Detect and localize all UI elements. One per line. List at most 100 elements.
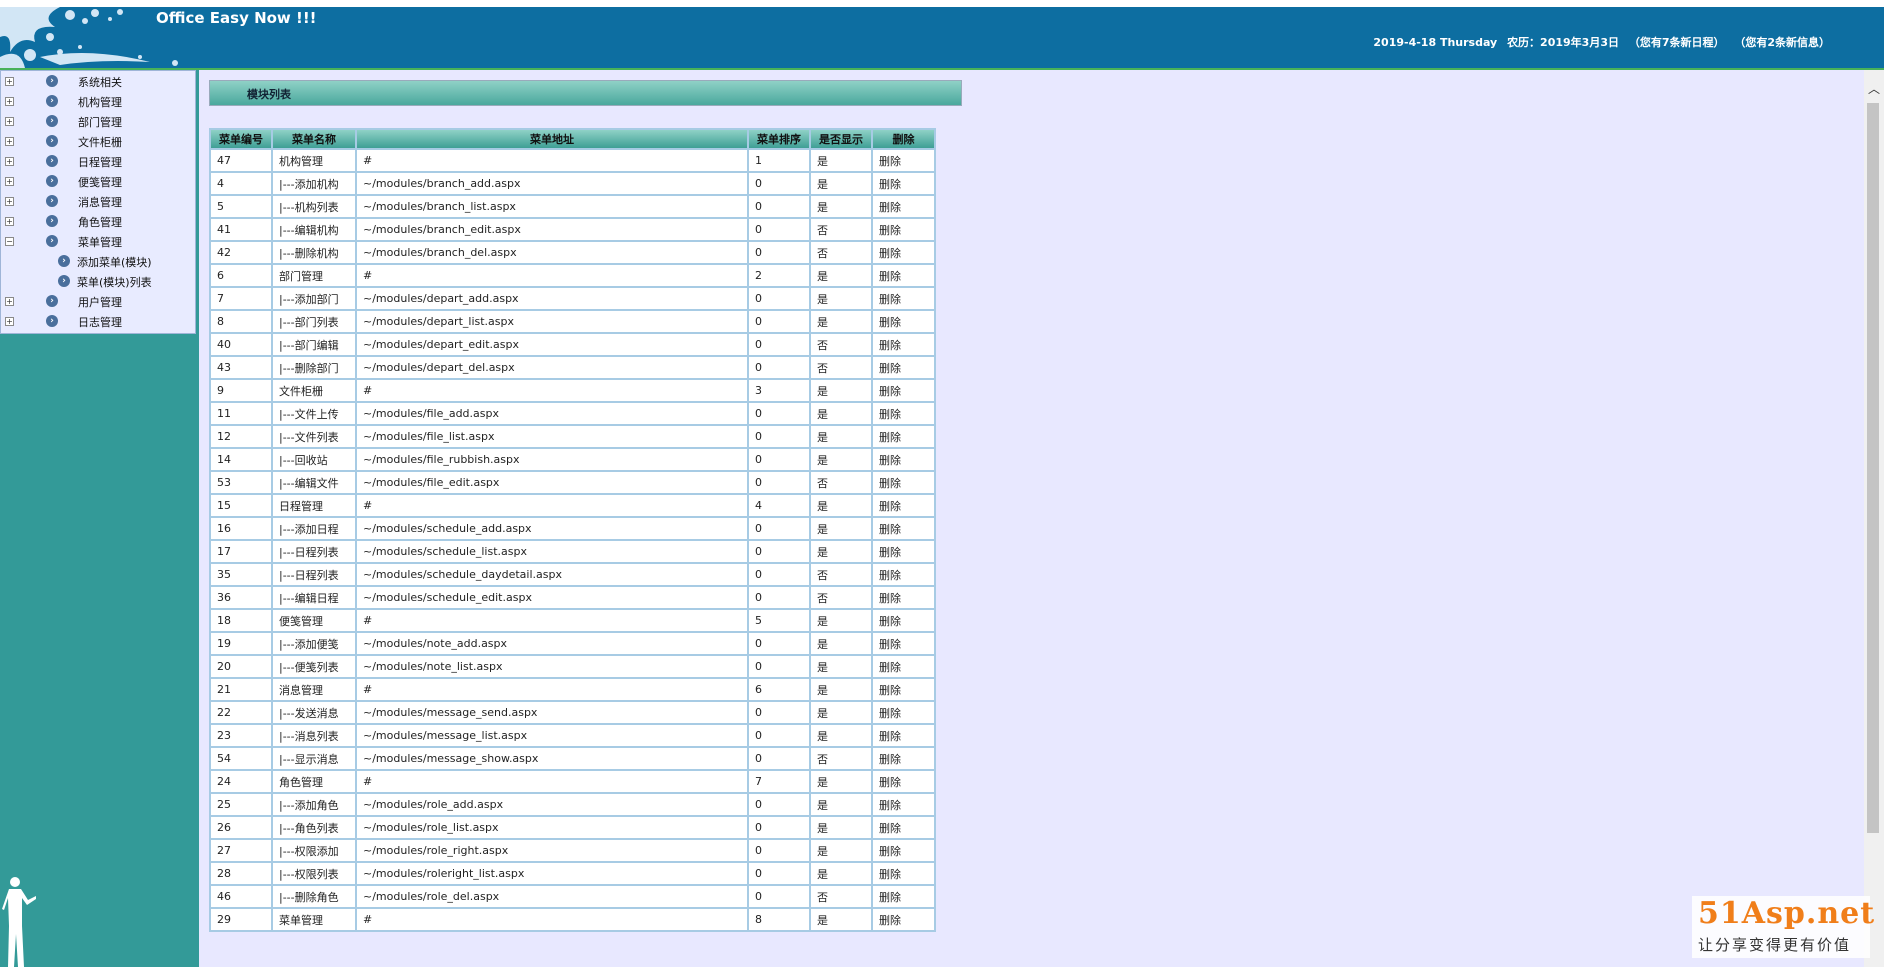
delete-link[interactable]: 删除: [873, 817, 934, 838]
cell-visible: 是: [811, 794, 871, 815]
delete-link[interactable]: 删除: [873, 265, 934, 286]
delete-link[interactable]: 删除: [873, 150, 934, 171]
tree-item-label: 菜单(模块)列表: [77, 276, 152, 289]
cell-order: 0: [749, 219, 809, 240]
arrow-circle-icon: ›: [46, 115, 58, 127]
tree-item-user[interactable]: + › 用户管理: [1, 291, 195, 311]
tree-item-menu-list[interactable]: › 菜单(模块)列表: [1, 271, 195, 291]
arrow-circle-icon: ›: [46, 215, 58, 227]
module-table: 菜单编号 菜单名称 菜单地址 菜单排序 是否显示 删除 47 机构管理 #1 是删除 4…: [209, 128, 936, 932]
table-row: 42 |---删除机构 ~/modules/branch_del.aspx 0 否删除: [211, 242, 934, 263]
delete-link[interactable]: 删除: [873, 288, 934, 309]
delete-link[interactable]: 删除: [873, 426, 934, 447]
delete-link[interactable]: 删除: [873, 357, 934, 378]
delete-link[interactable]: 删除: [873, 587, 934, 608]
message-notice-link[interactable]: （您有2条新信息）: [1734, 36, 1830, 49]
cell-url: ~/modules/schedule_list.aspx: [357, 541, 747, 562]
delete-link[interactable]: 删除: [873, 656, 934, 677]
schedule-notice-link[interactable]: （您有7条新日程）: [1629, 36, 1725, 49]
tree-item-note[interactable]: + › 便笺管理: [1, 171, 195, 191]
cell-name: |---添加日程: [273, 518, 355, 539]
cell-name: |---权限添加: [273, 840, 355, 861]
cell-visible: 是: [811, 771, 871, 792]
tree-item-menu-add[interactable]: › 添加菜单(模块): [1, 251, 195, 271]
cell-name: |---显示消息: [273, 748, 355, 769]
delete-link[interactable]: 删除: [873, 196, 934, 217]
vertical-scrollbar[interactable]: ︿: [1864, 70, 1884, 967]
table-row: 11 |---文件上传 ~/modules/file_add.aspx 0 是删除: [211, 403, 934, 424]
delete-link[interactable]: 删除: [873, 679, 934, 700]
cell-id: 5: [211, 196, 271, 217]
col-header-visible: 是否显示: [811, 130, 871, 148]
cell-url: #: [357, 380, 747, 401]
delete-link[interactable]: 删除: [873, 541, 934, 562]
expand-icon[interactable]: +: [5, 77, 14, 86]
delete-link[interactable]: 删除: [873, 564, 934, 585]
scrollbar-thumb[interactable]: [1867, 103, 1879, 833]
tree-item-system[interactable]: + › 系统相关: [1, 71, 195, 91]
delete-link[interactable]: 删除: [873, 840, 934, 861]
cell-name: |---删除角色: [273, 886, 355, 907]
expand-icon[interactable]: +: [5, 297, 14, 306]
expand-icon[interactable]: +: [5, 157, 14, 166]
delete-link[interactable]: 删除: [873, 748, 934, 769]
expand-icon[interactable]: +: [5, 317, 14, 326]
col-header-id: 菜单编号: [211, 130, 271, 148]
delete-link[interactable]: 删除: [873, 610, 934, 631]
delete-link[interactable]: 删除: [873, 886, 934, 907]
tree-item-label: 部门管理: [78, 116, 122, 129]
delete-link[interactable]: 删除: [873, 380, 934, 401]
delete-link[interactable]: 删除: [873, 909, 934, 930]
cell-visible: 是: [811, 702, 871, 723]
tree-item-role[interactable]: + › 角色管理: [1, 211, 195, 231]
tree-item-schedule[interactable]: + › 日程管理: [1, 151, 195, 171]
table-row: 16 |---添加日程 ~/modules/schedule_add.aspx 0 是删…: [211, 518, 934, 539]
delete-link[interactable]: 删除: [873, 219, 934, 240]
delete-link[interactable]: 删除: [873, 863, 934, 884]
table-row: 29 菜单管理 #8 是删除: [211, 909, 934, 930]
tree-item-log[interactable]: + › 日志管理: [1, 311, 195, 331]
cell-id: 42: [211, 242, 271, 263]
expand-icon[interactable]: +: [5, 217, 14, 226]
expand-icon[interactable]: +: [5, 117, 14, 126]
tree-item-label: 文件柜栅: [78, 136, 122, 149]
arrow-circle-icon: ›: [46, 235, 58, 247]
delete-link[interactable]: 删除: [873, 472, 934, 493]
delete-link[interactable]: 删除: [873, 495, 934, 516]
delete-link[interactable]: 删除: [873, 449, 934, 470]
expand-icon[interactable]: +: [5, 97, 14, 106]
col-header-order: 菜单排序: [749, 130, 809, 148]
delete-link[interactable]: 删除: [873, 518, 934, 539]
delete-link[interactable]: 删除: [873, 173, 934, 194]
module-table-wrap: 菜单编号 菜单名称 菜单地址 菜单排序 是否显示 删除 47 机构管理 #1 是删除 4…: [209, 128, 936, 932]
delete-link[interactable]: 删除: [873, 794, 934, 815]
cell-order: 0: [749, 794, 809, 815]
delete-link[interactable]: 删除: [873, 311, 934, 332]
delete-link[interactable]: 删除: [873, 242, 934, 263]
cell-url: ~/modules/depart_add.aspx: [357, 288, 747, 309]
delete-link[interactable]: 删除: [873, 633, 934, 654]
cell-name: |---添加便笺: [273, 633, 355, 654]
expand-icon[interactable]: +: [5, 177, 14, 186]
collapse-icon[interactable]: −: [5, 237, 14, 246]
table-row: 5 |---机构列表 ~/modules/branch_list.aspx 0 是删除: [211, 196, 934, 217]
scroll-up-arrow-icon[interactable]: ︿: [1868, 80, 1880, 97]
tree-item-message[interactable]: + › 消息管理: [1, 191, 195, 211]
tree-item-branch[interactable]: + › 机构管理: [1, 91, 195, 111]
table-row: 20 |---便笺列表 ~/modules/note_list.aspx 0 是删除: [211, 656, 934, 677]
cell-visible: 是: [811, 265, 871, 286]
delete-link[interactable]: 删除: [873, 702, 934, 723]
cell-id: 53: [211, 472, 271, 493]
cell-order: 0: [749, 426, 809, 447]
delete-link[interactable]: 删除: [873, 725, 934, 746]
delete-link[interactable]: 删除: [873, 771, 934, 792]
delete-link[interactable]: 删除: [873, 334, 934, 355]
expand-icon[interactable]: +: [5, 197, 14, 206]
expand-icon[interactable]: +: [5, 137, 14, 146]
tree-item-depart[interactable]: + › 部门管理: [1, 111, 195, 131]
cell-id: 29: [211, 909, 271, 930]
cell-visible: 是: [811, 495, 871, 516]
tree-item-file[interactable]: + › 文件柜栅: [1, 131, 195, 151]
delete-link[interactable]: 删除: [873, 403, 934, 424]
tree-item-menu[interactable]: − › 菜单管理: [1, 231, 195, 251]
